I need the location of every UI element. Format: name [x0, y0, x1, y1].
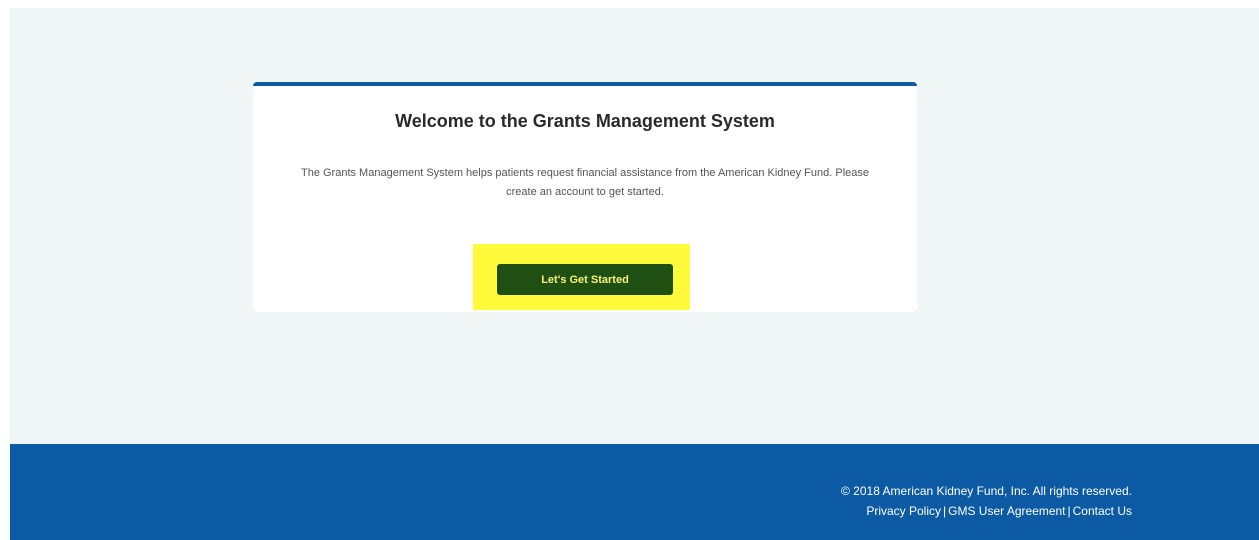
- button-highlight: Let's Get Started: [473, 244, 690, 310]
- page-title: Welcome to the Grants Management System: [395, 111, 775, 131]
- link-separator: |: [1067, 504, 1071, 518]
- link-separator: |: [943, 504, 947, 518]
- contact-us-link[interactable]: Contact Us: [1073, 504, 1132, 518]
- footer-links: Privacy Policy | GMS User Agreement | Contac…: [866, 504, 1132, 518]
- gms-user-agreement-link[interactable]: GMS User Agreement: [948, 504, 1065, 518]
- copyright-text: © 2018 American Kidney Fund, Inc. All ri…: [841, 484, 1132, 498]
- get-started-button[interactable]: Let's Get Started: [497, 264, 673, 295]
- welcome-description: The Grants Management System helps patie…: [300, 167, 869, 198]
- welcome-card: Welcome to the Grants Management System …: [253, 82, 917, 312]
- footer: © 2018 American Kidney Fund, Inc. All ri…: [10, 444, 1259, 540]
- privacy-policy-link[interactable]: Privacy Policy: [866, 504, 941, 518]
